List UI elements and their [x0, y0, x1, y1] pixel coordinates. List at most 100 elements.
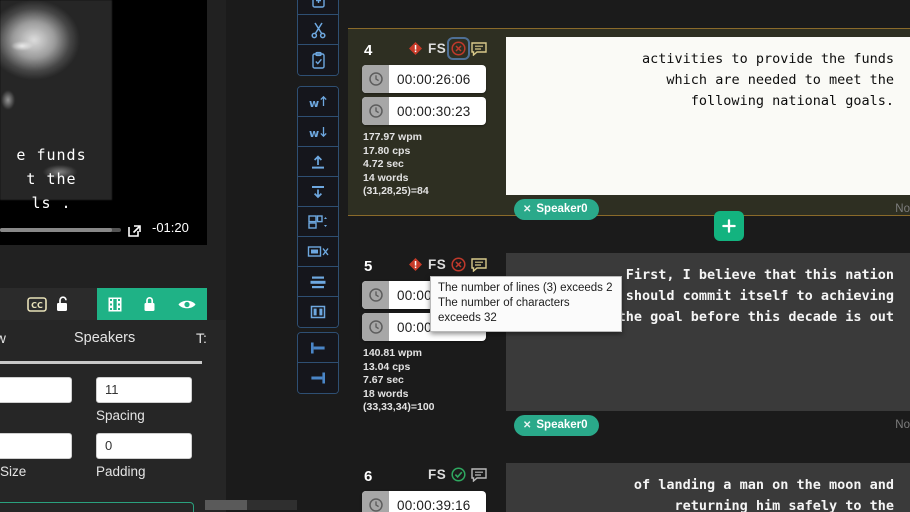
subtitle-preview-text: activities to provide the funds which are…	[642, 51, 894, 109]
tab-view[interactable]: ew	[0, 330, 6, 346]
shadow-size-field-group: low Size	[0, 433, 72, 479]
clock-icon	[362, 491, 389, 512]
warning-diamond-icon[interactable]	[408, 41, 423, 56]
properties-panel: ew Speakers T: 0 city 11 Spacing low Siz…	[0, 320, 226, 512]
svg-text:w: w	[309, 97, 319, 110]
player-controls-bar: -01:20	[0, 215, 207, 245]
seek-bar[interactable]	[0, 228, 121, 232]
subtitle-block[interactable]: 6 FS 00:00:39:16 of landing a man on the…	[348, 455, 910, 512]
subtitle-preview-text: of landing a man on the moon and returnin…	[633, 477, 894, 512]
svg-text:w: w	[309, 127, 319, 140]
block-index: 6	[364, 468, 373, 485]
start-timecode-field[interactable]: 00:00:26:06	[362, 65, 486, 93]
video-subtitle-overlay: e funds t the ls .	[0, 143, 207, 215]
speaker-name: Speaker0	[536, 203, 588, 215]
block-meta-column: 6 FS 00:00:39:16	[348, 455, 500, 512]
block-fs-label: FS	[428, 41, 447, 56]
subtitle-block[interactable]: 4 FS 00:00:26:06 00:00:30:23 177.97 wpm …	[348, 28, 910, 220]
track-lock-toolbar: CC	[0, 288, 207, 320]
close-x-icon[interactable]: ✕	[523, 420, 531, 431]
block-statistics: 177.97 wpm 17.80 cps 4.72 sec 14 words (…	[363, 131, 429, 199]
stat-cps: 13.04 cps	[363, 360, 411, 373]
tab-text[interactable]: T:	[196, 330, 207, 346]
subtitle-preview-text: First, I believe that this nation should …	[617, 267, 894, 325]
stat-chars: (33,33,34)=100	[363, 401, 435, 413]
speaker-row: ✕ Speaker0 No	[506, 415, 910, 439]
unlock-icon[interactable]	[55, 295, 70, 313]
opacity-field-group: 0 city	[0, 377, 72, 423]
stat-words: 18 words	[363, 387, 409, 400]
snap-group	[297, 332, 339, 394]
delete-block-button[interactable]	[298, 237, 338, 267]
paste-insert-button[interactable]	[298, 0, 338, 15]
seek-bar-fill	[0, 228, 112, 232]
warning-diamond-icon[interactable]	[408, 257, 423, 272]
edit-toolbar: w w	[297, 0, 339, 512]
block-index: 5	[364, 258, 373, 275]
speaker-chip[interactable]: ✕ Speaker0	[514, 199, 599, 220]
comment-icon[interactable]	[471, 41, 487, 56]
subtitle-block[interactable]: 5 FS 00:00 140.81 wpm 13.04 cps 7.67 sec…	[348, 245, 910, 436]
subtitle-preview[interactable]: activities to provide the funds which are…	[506, 37, 910, 195]
move-word-down-button[interactable]: w	[298, 117, 338, 147]
external-link-icon[interactable]	[124, 219, 146, 241]
left-column: e funds t the ls . -01:20 CC w Speakers …	[0, 0, 297, 512]
stat-wpm: 140.81 wpm	[363, 347, 422, 359]
shadow-size-field[interactable]	[0, 433, 72, 459]
comment-icon[interactable]	[471, 257, 487, 272]
error-circle-x-icon[interactable]	[451, 257, 466, 272]
stat-cps: 17.80 cps	[363, 144, 411, 157]
speaker-chip[interactable]: ✕ Speaker0	[514, 415, 599, 436]
stat-duration: 4.72 sec	[363, 158, 404, 170]
padding-label: Padding	[96, 464, 146, 479]
spacing-field-group: 11 Spacing	[96, 377, 192, 423]
video-track-segment	[97, 288, 207, 320]
spacing-field[interactable]: 11	[96, 377, 192, 403]
closed-captions-icon[interactable]: CC	[27, 296, 47, 312]
comment-icon[interactable]	[471, 467, 487, 482]
snap-end-button[interactable]	[298, 363, 338, 393]
clock-icon	[362, 65, 389, 93]
eye-icon[interactable]	[177, 298, 197, 311]
close-x-icon[interactable]: ✕	[523, 204, 531, 215]
video-subtitle-line: ls .	[31, 194, 72, 212]
highlighted-control-outline	[0, 502, 194, 512]
video-preview-stage[interactable]: e funds t the ls . -01:20	[0, 0, 207, 245]
film-strip-icon[interactable]	[107, 296, 123, 313]
lock-icon[interactable]	[142, 295, 157, 313]
paste-over-button[interactable]	[298, 45, 338, 75]
block-index: 4	[364, 42, 373, 59]
end-timecode-field[interactable]: 00:00:30:23	[362, 97, 486, 125]
block-fs-label: FS	[428, 467, 447, 482]
edit-group: w w	[297, 86, 339, 328]
subtitle-block-list[interactable]: 4 FS 00:00:26:06 00:00:30:23 177.97 wpm …	[348, 0, 910, 512]
subtitle-preview[interactable]: of landing a man on the moon and returnin…	[506, 463, 910, 512]
success-circle-check-icon[interactable]	[451, 467, 466, 482]
merge-up-button[interactable]	[298, 147, 338, 177]
error-circle-x-icon[interactable]	[447, 37, 471, 60]
balance-lines-button[interactable]	[298, 297, 338, 327]
clock-icon	[362, 281, 389, 309]
merge-down-button[interactable]	[298, 177, 338, 207]
padding-field[interactable]: 0	[96, 433, 192, 459]
speaker-name: Speaker0	[536, 419, 588, 431]
horizontal-scrollbar-thumb[interactable]	[205, 500, 247, 510]
block-note: No	[895, 203, 910, 215]
snap-start-button[interactable]	[298, 333, 338, 363]
stat-duration: 7.67 sec	[363, 374, 404, 386]
add-subtitle-block-button[interactable]	[714, 211, 744, 241]
split-block-button[interactable]	[298, 207, 338, 237]
time-remaining-label: -01:20	[152, 220, 189, 235]
start-timecode-value: 00:00:39:16	[397, 497, 471, 512]
move-word-up-button[interactable]: w	[298, 87, 338, 117]
align-lines-button[interactable]	[298, 267, 338, 297]
block-meta-column: 5 FS 00:00 140.81 wpm 13.04 cps 7.67 sec…	[348, 245, 500, 433]
start-timecode-field[interactable]: 00:00:39:16	[362, 491, 486, 512]
properties-tab-strip: ew Speakers T:	[0, 320, 226, 356]
start-timecode-value: 00:00	[397, 287, 432, 303]
tab-speakers[interactable]: Speakers	[74, 330, 135, 346]
spacing-label: Spacing	[96, 408, 145, 423]
opacity-field[interactable]: 0	[0, 377, 72, 403]
block-status-icons: FS	[408, 257, 487, 272]
cut-button[interactable]	[298, 15, 338, 45]
